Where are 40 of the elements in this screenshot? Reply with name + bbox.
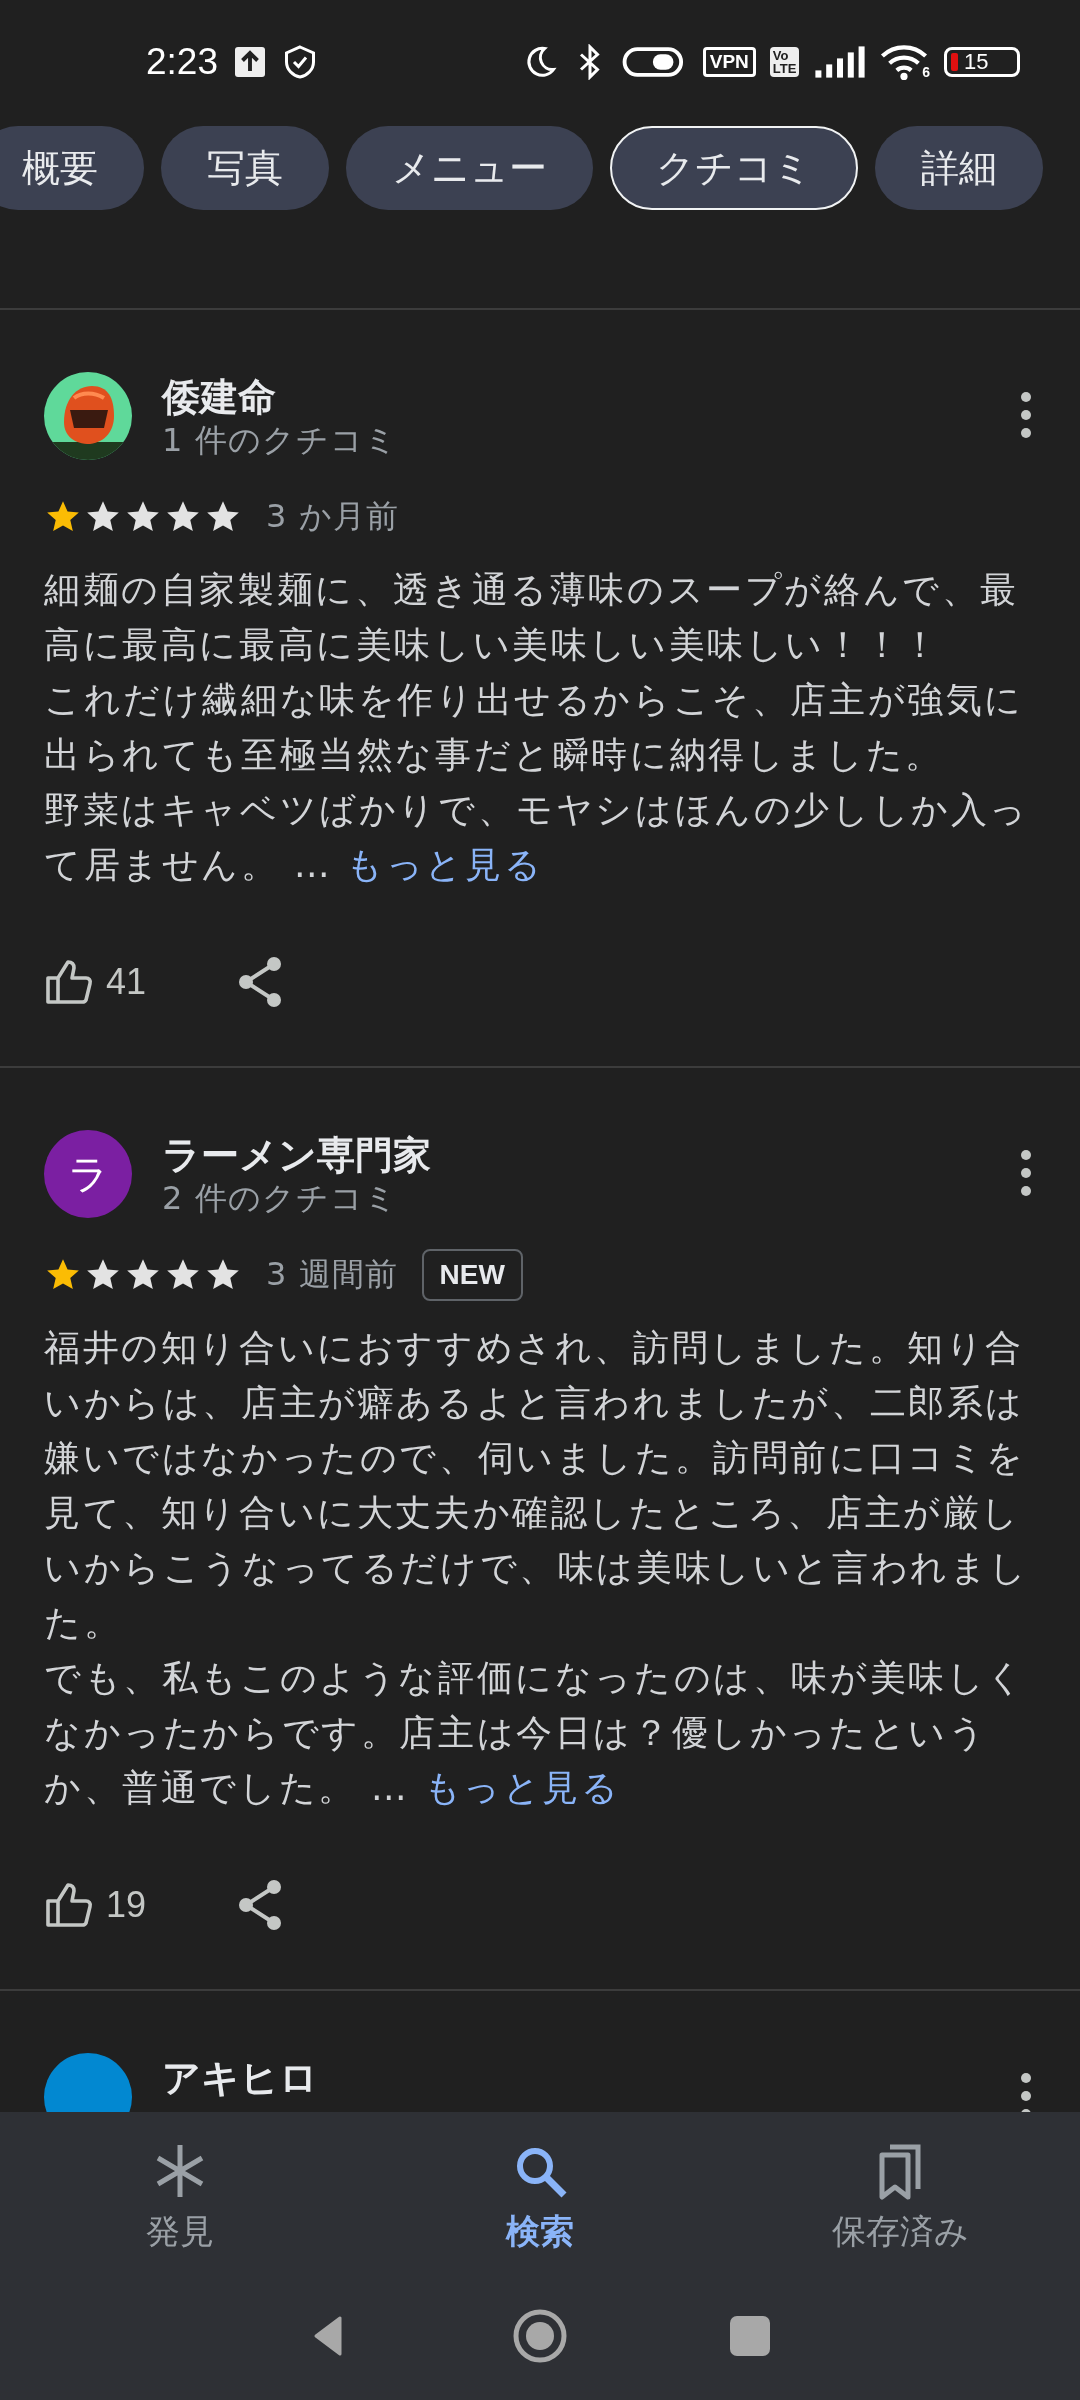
battery-indicator: 15 <box>944 47 1020 77</box>
review-text: 野菜はキャベツばかりで、モヤシはほんの少ししか入って居ません。 … もっと見る <box>44 788 1030 887</box>
review-date: 3 か月前 <box>266 496 399 537</box>
volte-indicator: Vo LTE <box>769 47 800 77</box>
wifi-band-label: 6 <box>922 64 930 80</box>
nav-label: 発見 <box>146 2210 214 2253</box>
reviewer-name[interactable]: アキヒロ <box>162 2055 986 2101</box>
nav-tab[interactable]: 発見 <box>0 2112 360 2282</box>
new-badge: NEW <box>421 1249 523 1301</box>
tab[interactable]: クチコミ <box>610 126 858 210</box>
signal-icon <box>813 44 867 80</box>
upload-icon <box>232 44 268 80</box>
tab[interactable]: メニュー <box>346 126 593 210</box>
wifi-icon <box>880 44 929 80</box>
more-link[interactable]: もっと見る <box>423 1767 621 1808</box>
reviewer-name[interactable]: ラーメン専門家 <box>162 1132 986 1178</box>
avatar: ラ <box>44 1130 132 1218</box>
review-text: でも、私もこのような評価になったのは、味が美味しくなかったからです。店主は今日は？優しかったというか、普通でした。 … もっと見る <box>44 1656 1027 1810</box>
share-icon[interactable] <box>236 956 284 1008</box>
share-icon[interactable] <box>236 1879 284 1931</box>
shield-icon <box>282 44 318 80</box>
nav-tab[interactable]: 検索 <box>360 2112 720 2282</box>
more-link[interactable]: もっと見る <box>346 844 544 885</box>
like-count: 19 <box>106 1884 148 1926</box>
nav-label: 検索 <box>506 2210 574 2253</box>
vpn-indicator: VPN <box>702 47 756 77</box>
clock: 2:23 <box>146 41 218 83</box>
tab[interactable]: 概要 <box>0 126 144 210</box>
review-count: 2 件のクチコミ <box>162 1178 399 1218</box>
nav-tab[interactable]: 保存済み <box>720 2112 1080 2282</box>
nav-label: 保存済み <box>831 2210 969 2253</box>
reviewer-name[interactable]: 倭建命 <box>162 374 986 420</box>
review-text: これだけ繊細な味を作り出せるからこそ、店主が強気に出られても至極当然な事だと瞬時に納得しました。 <box>44 678 1025 777</box>
like-count: 41 <box>106 961 148 1003</box>
review-text: 福井の知り合いにおすすめされ、訪問しました。知り合いからは、店主が癖あるよと言われましたが、二郎系は嫌いではなかったので、伺いました。訪問前に口コミを見て、知り合いに大丈夫か確認したところ、店主が厳しいからこうなってるだけで、味は美味しいと言われました。 <box>44 1326 1030 1645</box>
tab[interactable]: 詳細 <box>875 126 1043 210</box>
review-date: 3 週間前 <box>266 1254 398 1295</box>
tab[interactable]: 写真 <box>161 126 329 210</box>
review-text: 細麺の自家製麺に、透き通る薄味のスープが絡んで、最高に最高に最高に美味しい美味しい美味しい！！！ <box>44 568 1020 667</box>
review-count: 1 件のクチコミ <box>162 420 399 460</box>
